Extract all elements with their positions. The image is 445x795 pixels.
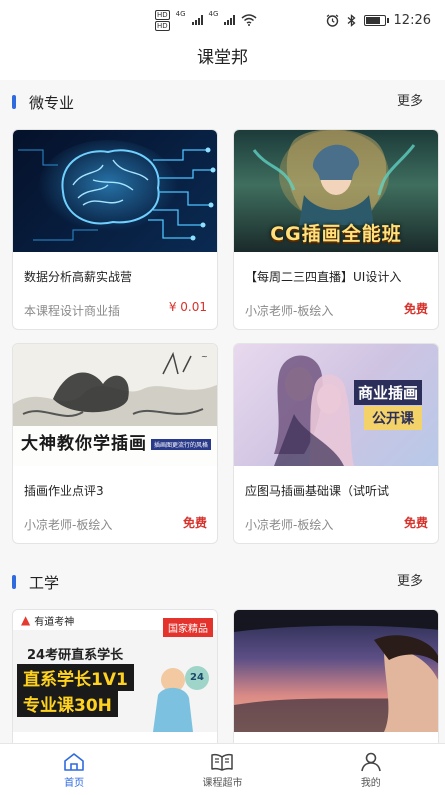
- mascot-illustration: [153, 668, 193, 732]
- section-header-engineering: 工学 更多: [0, 562, 445, 602]
- course-teacher: 本课程设计商业插: [24, 304, 121, 318]
- app-title-bar: 课堂邦: [0, 40, 445, 80]
- signal-icon: [224, 15, 236, 25]
- course-thumbnail: ~ 大神教你学插画 插画图更流行的风格: [13, 344, 217, 466]
- tab-home[interactable]: 首页: [0, 744, 148, 795]
- couple-illustration: [274, 355, 354, 466]
- tab-label: 课程超市: [202, 778, 243, 789]
- tab-label: 首页: [64, 778, 85, 789]
- course-thumbnail: ▲ 有道考神 国家精品 24考研直系学长 直系学长1V1 专业课30H 24: [13, 610, 217, 732]
- course-price: 免费: [403, 516, 428, 530]
- battery-icon: [363, 14, 389, 26]
- more-link[interactable]: 更多: [397, 90, 423, 109]
- course-price: 免费: [182, 516, 207, 530]
- clock: 12:26: [393, 12, 431, 28]
- wifi-icon: [241, 14, 257, 26]
- course-price: ¥ 0.01: [168, 300, 207, 314]
- status-right: 12:26: [326, 13, 431, 28]
- course-thumbnail: [13, 130, 217, 252]
- window-portrait-photo: [234, 610, 438, 732]
- tab-course-market[interactable]: 课程超市: [148, 744, 296, 795]
- course-thumbnail: [234, 610, 438, 732]
- network-indicators: HD HD 4G 4G: [155, 9, 257, 31]
- section-header-micro-major: 微专业 更多: [0, 82, 445, 122]
- user-icon: [361, 752, 381, 772]
- brain-circuit-illustration: [18, 140, 216, 241]
- course-card[interactable]: 商业插画 公开课 应图马插画基础课（试听试 小凉老师-板绘入 免费: [233, 343, 439, 544]
- course-card[interactable]: ~ 大神教你学插画 插画图更流行的风格 插画作业点评3 小凉老师-板绘入 免费: [12, 343, 218, 544]
- calligraphy-mark: ~: [201, 352, 208, 361]
- section-accent-bar: [12, 95, 16, 109]
- course-price: 免费: [403, 302, 428, 316]
- course-title: 【每周二三四直播】UI设计入: [245, 270, 402, 284]
- alarm-icon: [326, 14, 338, 27]
- course-banner-sub: 公开课: [364, 406, 422, 430]
- bottom-tab-bar: 首页 课程超市 我的: [0, 743, 445, 795]
- course-teacher: 小凉老师-板绘入: [245, 304, 334, 318]
- course-card[interactable]: CG插画全能班 【每周二三四直播】UI设计入 小凉老师-板绘入 免费: [233, 129, 439, 330]
- course-thumbnail: 商业插画 公开课: [234, 344, 438, 466]
- more-link[interactable]: 更多: [397, 570, 423, 589]
- book-icon: [211, 753, 234, 771]
- course-card[interactable]: 数据分析高薪实战营 本课程设计商业插 ¥ 0.01: [12, 129, 218, 330]
- course-title: 数据分析高薪实战营: [24, 270, 133, 284]
- bluetooth-icon: [347, 13, 356, 27]
- course-thumbnail: CG插画全能班: [234, 130, 438, 252]
- course-banner: 大神教你学插画: [21, 434, 147, 454]
- network-type: 4G: [175, 9, 186, 18]
- course-title: 插画作业点评3: [24, 484, 104, 498]
- course-teacher: 小凉老师-板绘入: [24, 518, 113, 532]
- course-title: 应图马插画基础课（试听试: [245, 484, 390, 498]
- status-bar: HD HD 4G 4G 12:26: [0, 0, 445, 40]
- course-banner: 商业插画: [354, 380, 423, 405]
- signal-icon: [191, 15, 203, 25]
- tab-label: 我的: [360, 778, 381, 789]
- home-icon: [64, 753, 84, 771]
- hd-badge: HD: [155, 20, 170, 31]
- section-accent-bar: [12, 575, 16, 589]
- course-banner-sub: 插画图更流行的风格: [151, 439, 212, 450]
- hd-badge: HD: [155, 9, 170, 20]
- tab-mine[interactable]: 我的: [297, 744, 445, 795]
- page-title: 课堂邦: [197, 48, 248, 68]
- course-teacher: 小凉老师-板绘入: [245, 518, 334, 532]
- network-type: 4G: [208, 9, 219, 18]
- section-title: 工学: [29, 573, 60, 592]
- section-title: 微专业: [29, 93, 75, 112]
- battery-fill: [365, 16, 380, 24]
- course-banner: CG插画全能班: [270, 223, 402, 245]
